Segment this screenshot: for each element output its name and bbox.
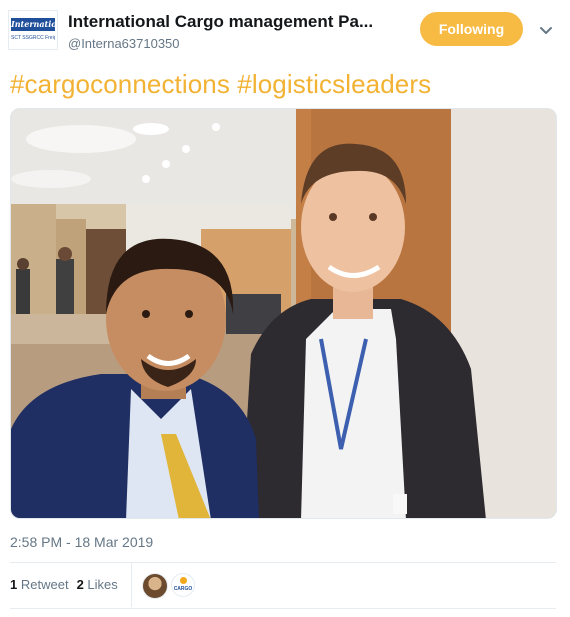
divider <box>10 608 556 609</box>
author-handle[interactable]: @Interna63710350 <box>68 36 180 51</box>
liker-avatar[interactable] <box>142 573 168 599</box>
engagement-stats: 1 Retweet 2 Likes <box>10 577 118 592</box>
author-avatar[interactable]: International C SCT SSGRCC Freight <box>8 10 58 50</box>
likes-label: Likes <box>87 577 118 592</box>
author-name[interactable]: International Cargo management Pa... <box>68 12 373 32</box>
stats-separator <box>131 563 132 607</box>
hashtag-link[interactable]: #logisticsleaders <box>237 69 431 99</box>
divider <box>10 562 556 563</box>
liker-avatar[interactable]: CARGO <box>171 573 195 597</box>
avatar-logo-text: International C <box>11 18 55 31</box>
retweets-stat[interactable]: 1 Retweet <box>10 577 69 592</box>
retweets-label: Retweet <box>20 577 69 592</box>
avatar-logo-subtext: SCT SSGRCC Freight <box>11 35 55 41</box>
retweets-count: 1 <box>10 577 18 592</box>
liker-logo-dot <box>180 577 187 584</box>
tweet-timestamp[interactable]: 2:58 PM - 18 Mar 2019 <box>10 534 153 550</box>
liker-logo-text: CARGO <box>173 586 193 592</box>
tweet-text: #cargoconnections #logisticsleaders <box>10 69 431 100</box>
hashtag-link[interactable]: #cargoconnections <box>10 69 230 99</box>
photo-illustration <box>11 109 556 518</box>
likes-count: 2 <box>76 577 84 592</box>
following-button[interactable]: Following <box>420 12 523 46</box>
likes-stat[interactable]: 2 Likes <box>77 577 118 592</box>
tweet-photo[interactable] <box>10 108 557 519</box>
chevron-down-icon[interactable] <box>537 22 555 40</box>
